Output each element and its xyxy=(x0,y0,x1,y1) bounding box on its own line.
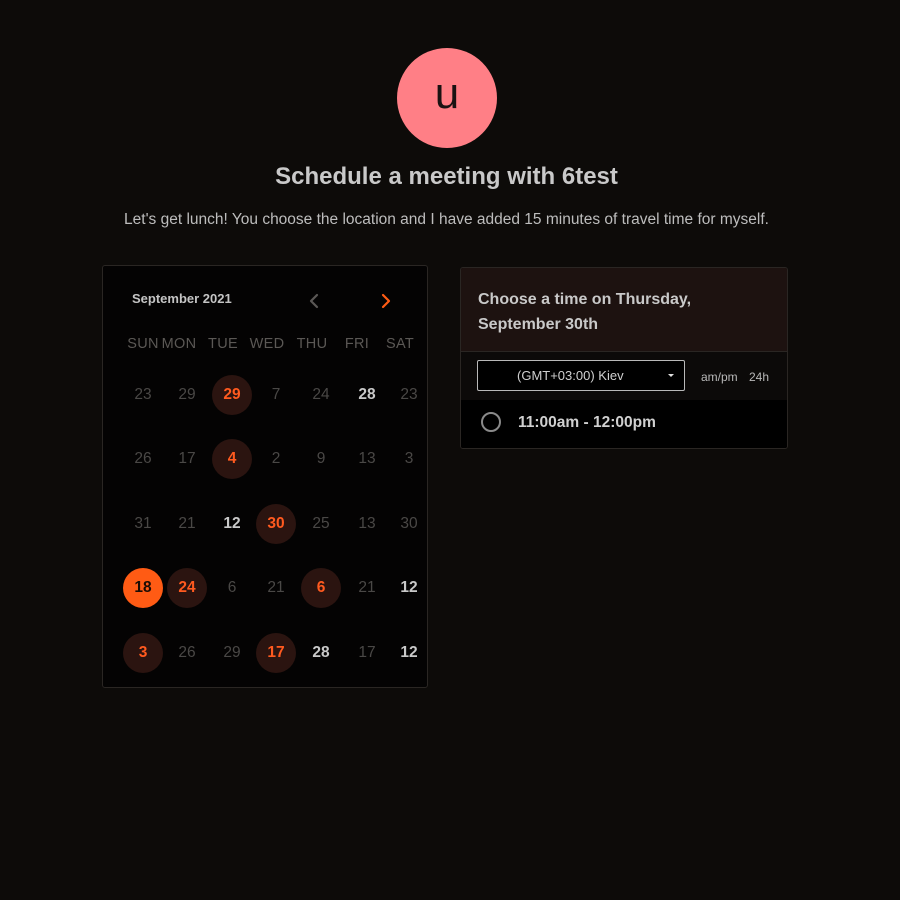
calendar-day: 21 xyxy=(178,515,196,532)
calendar-day-available[interactable]: 3 xyxy=(123,633,163,673)
calendar-day: 28 xyxy=(312,644,330,661)
time-picker-header: Choose a time on Thursday, September 30t… xyxy=(461,268,787,352)
calendar-day: 23 xyxy=(400,386,418,403)
calendar-day: 26 xyxy=(178,644,196,661)
calendar: September 2021 SUN MON TUE WED THU FRI S… xyxy=(102,265,428,688)
time-slot-option[interactable]: 11:00am - 12:00pm xyxy=(461,400,787,448)
radio-circle-icon xyxy=(481,412,501,432)
calendar-day-selected[interactable]: 18 xyxy=(123,568,163,608)
calendar-day: 31 xyxy=(134,515,152,532)
weekday-label: SAT xyxy=(385,336,415,352)
timezone-select[interactable]: (GMT+03:00) Kiev xyxy=(477,360,685,391)
calendar-day: 26 xyxy=(134,450,152,467)
calendar-day: 13 xyxy=(358,450,376,467)
time-picker-title: Choose a time on Thursday, September 30t… xyxy=(478,291,692,333)
calendar-day: 12 xyxy=(223,515,241,532)
chevron-right-icon xyxy=(381,293,391,309)
calendar-day: 21 xyxy=(358,579,376,596)
calendar-day: 17 xyxy=(178,450,196,467)
calendar-day: 13 xyxy=(358,515,376,532)
calendar-day: 29 xyxy=(178,386,196,403)
calendar-day: 2 xyxy=(271,450,281,467)
format-24h-toggle[interactable]: 24h xyxy=(749,370,769,384)
time-picker-panel: Choose a time on Thursday, September 30t… xyxy=(460,267,788,449)
calendar-day-available[interactable]: 6 xyxy=(301,568,341,608)
calendar-day: 24 xyxy=(312,386,330,403)
calendar-day: 7 xyxy=(271,386,281,403)
previous-month-button[interactable] xyxy=(303,290,325,312)
weekday-label: WED xyxy=(249,336,285,352)
calendar-day-available[interactable]: 24 xyxy=(167,568,207,608)
caret-down-icon xyxy=(668,374,674,377)
time-slot-label: 11:00am - 12:00pm xyxy=(518,414,656,431)
calendar-month-label: September 2021 xyxy=(132,291,232,306)
calendar-day-available[interactable]: 17 xyxy=(256,633,296,673)
calendar-day: 29 xyxy=(223,644,241,661)
next-month-button[interactable] xyxy=(375,290,397,312)
scheduling-page: u Schedule a meeting with 6test Let's ge… xyxy=(0,0,900,900)
calendar-day: 12 xyxy=(400,579,418,596)
calendar-day-available[interactable]: 30 xyxy=(256,504,296,544)
calendar-day: 28 xyxy=(358,386,376,403)
calendar-day: 21 xyxy=(267,579,285,596)
calendar-day-available[interactable]: 29 xyxy=(212,375,252,415)
weekday-label: THU xyxy=(296,336,328,352)
page-description: Let's get lunch! You choose the location… xyxy=(124,211,769,228)
calendar-day: 23 xyxy=(134,386,152,403)
timezone-value: (GMT+03:00) Kiev xyxy=(517,368,624,383)
calendar-day: 6 xyxy=(227,579,237,596)
weekday-label: FRI xyxy=(344,336,370,352)
chevron-left-icon xyxy=(309,293,319,309)
calendar-day-available[interactable]: 4 xyxy=(212,439,252,479)
calendar-day: 17 xyxy=(358,644,376,661)
timezone-bar: (GMT+03:00) Kiev am/pm 24h xyxy=(461,352,787,400)
format-12h-toggle[interactable]: am/pm xyxy=(701,370,738,384)
page-title: Schedule a meeting with 6test xyxy=(275,163,618,190)
weekday-label: MON xyxy=(161,336,197,352)
avatar: u xyxy=(397,48,497,148)
calendar-day: 25 xyxy=(312,515,330,532)
calendar-day: 30 xyxy=(400,515,418,532)
calendar-day: 12 xyxy=(400,644,418,661)
weekday-label: TUE xyxy=(208,336,238,352)
weekday-header: SUN MON TUE WED THU FRI SAT xyxy=(103,336,429,356)
calendar-day: 3 xyxy=(404,450,414,467)
calendar-day: 9 xyxy=(316,450,326,467)
